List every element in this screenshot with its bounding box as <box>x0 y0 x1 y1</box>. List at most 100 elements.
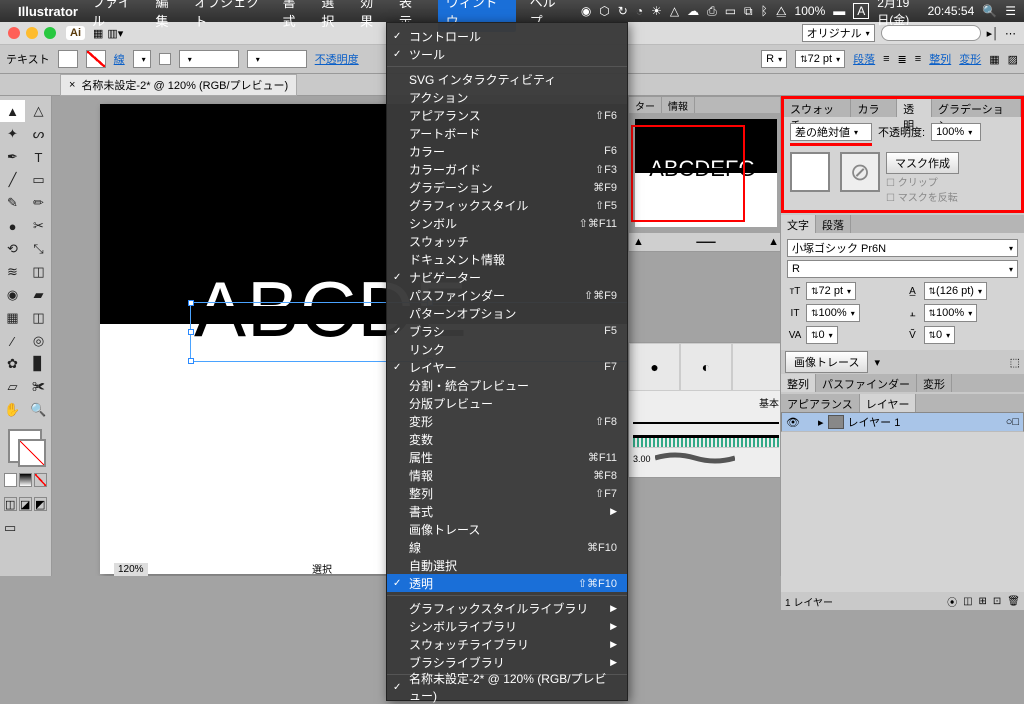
menu-type[interactable]: 書式 <box>283 0 308 30</box>
symbol-spray-tool[interactable]: ✿ <box>0 353 25 375</box>
zoom-tool[interactable]: 🔍 <box>26 399 51 421</box>
menu-item[interactable]: グラフィックスタイルライブラリ▶ <box>387 599 627 617</box>
fill-swatch[interactable] <box>58 50 78 68</box>
blend-tool[interactable]: ◎ <box>26 330 51 352</box>
blend-mode-select[interactable]: 差の絶対値▾ <box>790 123 872 141</box>
line-icon[interactable]: ◉ <box>581 4 591 18</box>
draw-behind-icon[interactable]: ◪ <box>19 497 32 511</box>
font-family-select[interactable]: 小塚ゴシック Pr6N▾ <box>787 239 1018 257</box>
tab-swatches[interactable]: スウォッチ <box>784 99 851 117</box>
battery-icon[interactable]: ▬ <box>833 4 845 18</box>
layer-row[interactable]: 👁 ▸ レイヤー 1 ○□ <box>781 412 1024 432</box>
menu-file[interactable]: ファイル <box>92 0 142 30</box>
new-layer-icon[interactable]: ⊡ <box>993 596 1001 607</box>
menu-effect[interactable]: 効果 <box>360 0 385 30</box>
scale-tool[interactable]: ⤡ <box>26 238 51 260</box>
type-tool[interactable]: T <box>26 146 51 168</box>
tab-gradient[interactable]: グラデーション <box>932 99 1021 117</box>
menu-item-control[interactable]: ✓コントロール <box>387 27 627 45</box>
expand-icon[interactable]: ▸ <box>818 416 824 429</box>
menu-item[interactable]: ドキュメント情報 <box>387 250 627 268</box>
gradient-mode-icon[interactable] <box>19 473 32 487</box>
hscale-field[interactable]: ⇅100%▾ <box>924 304 978 322</box>
stroke-link[interactable]: 線 <box>114 51 125 67</box>
menu-item[interactable]: シンボル⇧⌘F11 <box>387 214 627 232</box>
rect-tool[interactable]: ▭ <box>26 169 51 191</box>
varwidth-select[interactable]: ▾ <box>179 50 239 68</box>
brush-select[interactable]: ▾ <box>247 50 307 68</box>
fontsize-field[interactable]: ⇅72 pt▾ <box>806 282 856 300</box>
menu-item[interactable]: SVG インタラクティビティ <box>387 70 627 88</box>
tab-pathfinder[interactable]: パスファインダー <box>816 374 917 392</box>
screen-mode-icon[interactable]: ▭ <box>4 517 16 539</box>
minimize-icon[interactable] <box>26 27 38 39</box>
opacity-link[interactable]: 不透明度 <box>315 51 359 67</box>
wifi-icon[interactable]: ⧋ <box>776 4 787 19</box>
menu-item[interactable]: 変形⇧F8 <box>387 412 627 430</box>
zoom-icon[interactable] <box>44 27 56 39</box>
menu-item[interactable]: カラーガイド⇧F3 <box>387 160 627 178</box>
nav-viewport[interactable] <box>631 125 745 222</box>
panel-toggle-icon[interactable]: ▸│ <box>987 27 999 40</box>
color-picker[interactable]: ◫ ◪ ◩ ▭ <box>0 429 51 539</box>
trace-settings-icon[interactable]: ⬚ <box>1010 356 1020 369</box>
free-transform-tool[interactable]: ◫ <box>26 261 51 283</box>
layer-name[interactable]: レイヤー 1 <box>848 414 901 430</box>
input-source[interactable]: A <box>853 3 869 19</box>
new-sublayer-icon[interactable]: ⊞ <box>979 596 987 607</box>
perspective-tool[interactable]: ▰ <box>26 284 51 306</box>
trash-icon[interactable]: 🗑 <box>1007 596 1020 607</box>
display-icon[interactable]: ▭ <box>725 4 736 18</box>
image-trace-button[interactable]: 画像トレース <box>785 351 868 373</box>
font-size-select[interactable]: ⇅72 pt▾ <box>795 50 845 68</box>
tab-align[interactable]: 整列 <box>781 374 816 392</box>
graph-tool[interactable]: ▊ <box>26 353 51 375</box>
menu-item-transparency[interactable]: ✓透明⇧⌘F10 <box>387 574 627 592</box>
lasso-tool[interactable]: ᔕ <box>26 123 51 145</box>
workspace-select[interactable]: オリジナル▾ <box>802 24 875 42</box>
locate-icon[interactable]: ⦿ <box>947 594 957 609</box>
tab-layers[interactable]: レイヤー <box>860 394 917 412</box>
kerning-field[interactable]: ⇅0▾ <box>806 326 838 344</box>
mask-preview-swatch[interactable] <box>790 152 830 192</box>
align-link[interactable]: 整列 <box>929 51 951 67</box>
make-mask-button[interactable]: マスク作成 <box>886 152 959 174</box>
menu-item[interactable]: 情報⌘F8 <box>387 466 627 484</box>
menu-item-tools[interactable]: ✓ツール <box>387 45 627 63</box>
menu-item[interactable]: パスファインダー⇧⌘F9 <box>387 286 627 304</box>
menu-item[interactable]: 分割・統合プレビュー <box>387 376 627 394</box>
zoom-label[interactable]: 120% <box>114 563 148 576</box>
menu-item[interactable]: カラーF6 <box>387 142 627 160</box>
menu-item-document[interactable]: ✓名称未設定-2* @ 120% (RGB/プレビュー) <box>387 678 627 696</box>
mesh-tool[interactable]: ▦ <box>0 307 25 329</box>
nav-tab[interactable]: ター <box>629 97 662 113</box>
menu-item[interactable]: ✓レイヤーF7 <box>387 358 627 376</box>
menu-edit[interactable]: 編集 <box>156 0 181 30</box>
menu-item[interactable]: 属性⌘F11 <box>387 448 627 466</box>
draw-normal-icon[interactable]: ◫ <box>4 497 17 511</box>
visibility-icon[interactable]: 👁 <box>786 416 800 429</box>
pen-tool[interactable]: ✒ <box>0 146 25 168</box>
menu-item[interactable]: 分版プレビュー <box>387 394 627 412</box>
rotate-tool[interactable]: ⟲ <box>0 238 25 260</box>
brush-strokes-list[interactable]: 基本 3.00 <box>629 391 783 477</box>
artboard-tool[interactable]: ▱ <box>0 376 25 398</box>
menu-item[interactable]: リンク <box>387 340 627 358</box>
eyedropper-tool[interactable]: ⁄ <box>0 330 25 352</box>
menu-item[interactable]: 自動選択 <box>387 556 627 574</box>
dropbox-icon[interactable]: ⬡ <box>599 4 609 18</box>
menu-item[interactable]: 線⌘F10 <box>387 538 627 556</box>
cloud-icon[interactable]: ☁ <box>687 4 699 18</box>
tab-character[interactable]: 文字 <box>781 215 816 233</box>
menu-item[interactable]: スウォッチライブラリ▶ <box>387 635 627 653</box>
menu-object[interactable]: オブジェクト <box>194 0 268 30</box>
search-input[interactable] <box>881 25 981 41</box>
spotlight-icon[interactable]: 🔍 <box>982 4 997 18</box>
menu-item[interactable]: ブラシライブラリ▶ <box>387 653 627 671</box>
menu-item[interactable]: 画像トレース <box>387 520 627 538</box>
align-center-icon[interactable]: ≣ <box>898 53 907 66</box>
close-icon[interactable] <box>8 27 20 39</box>
tab-appearance[interactable]: アピアランス <box>781 394 860 412</box>
brush-thumb[interactable] <box>732 343 783 391</box>
arrange-icon[interactable]: ▥▾ <box>107 27 123 40</box>
